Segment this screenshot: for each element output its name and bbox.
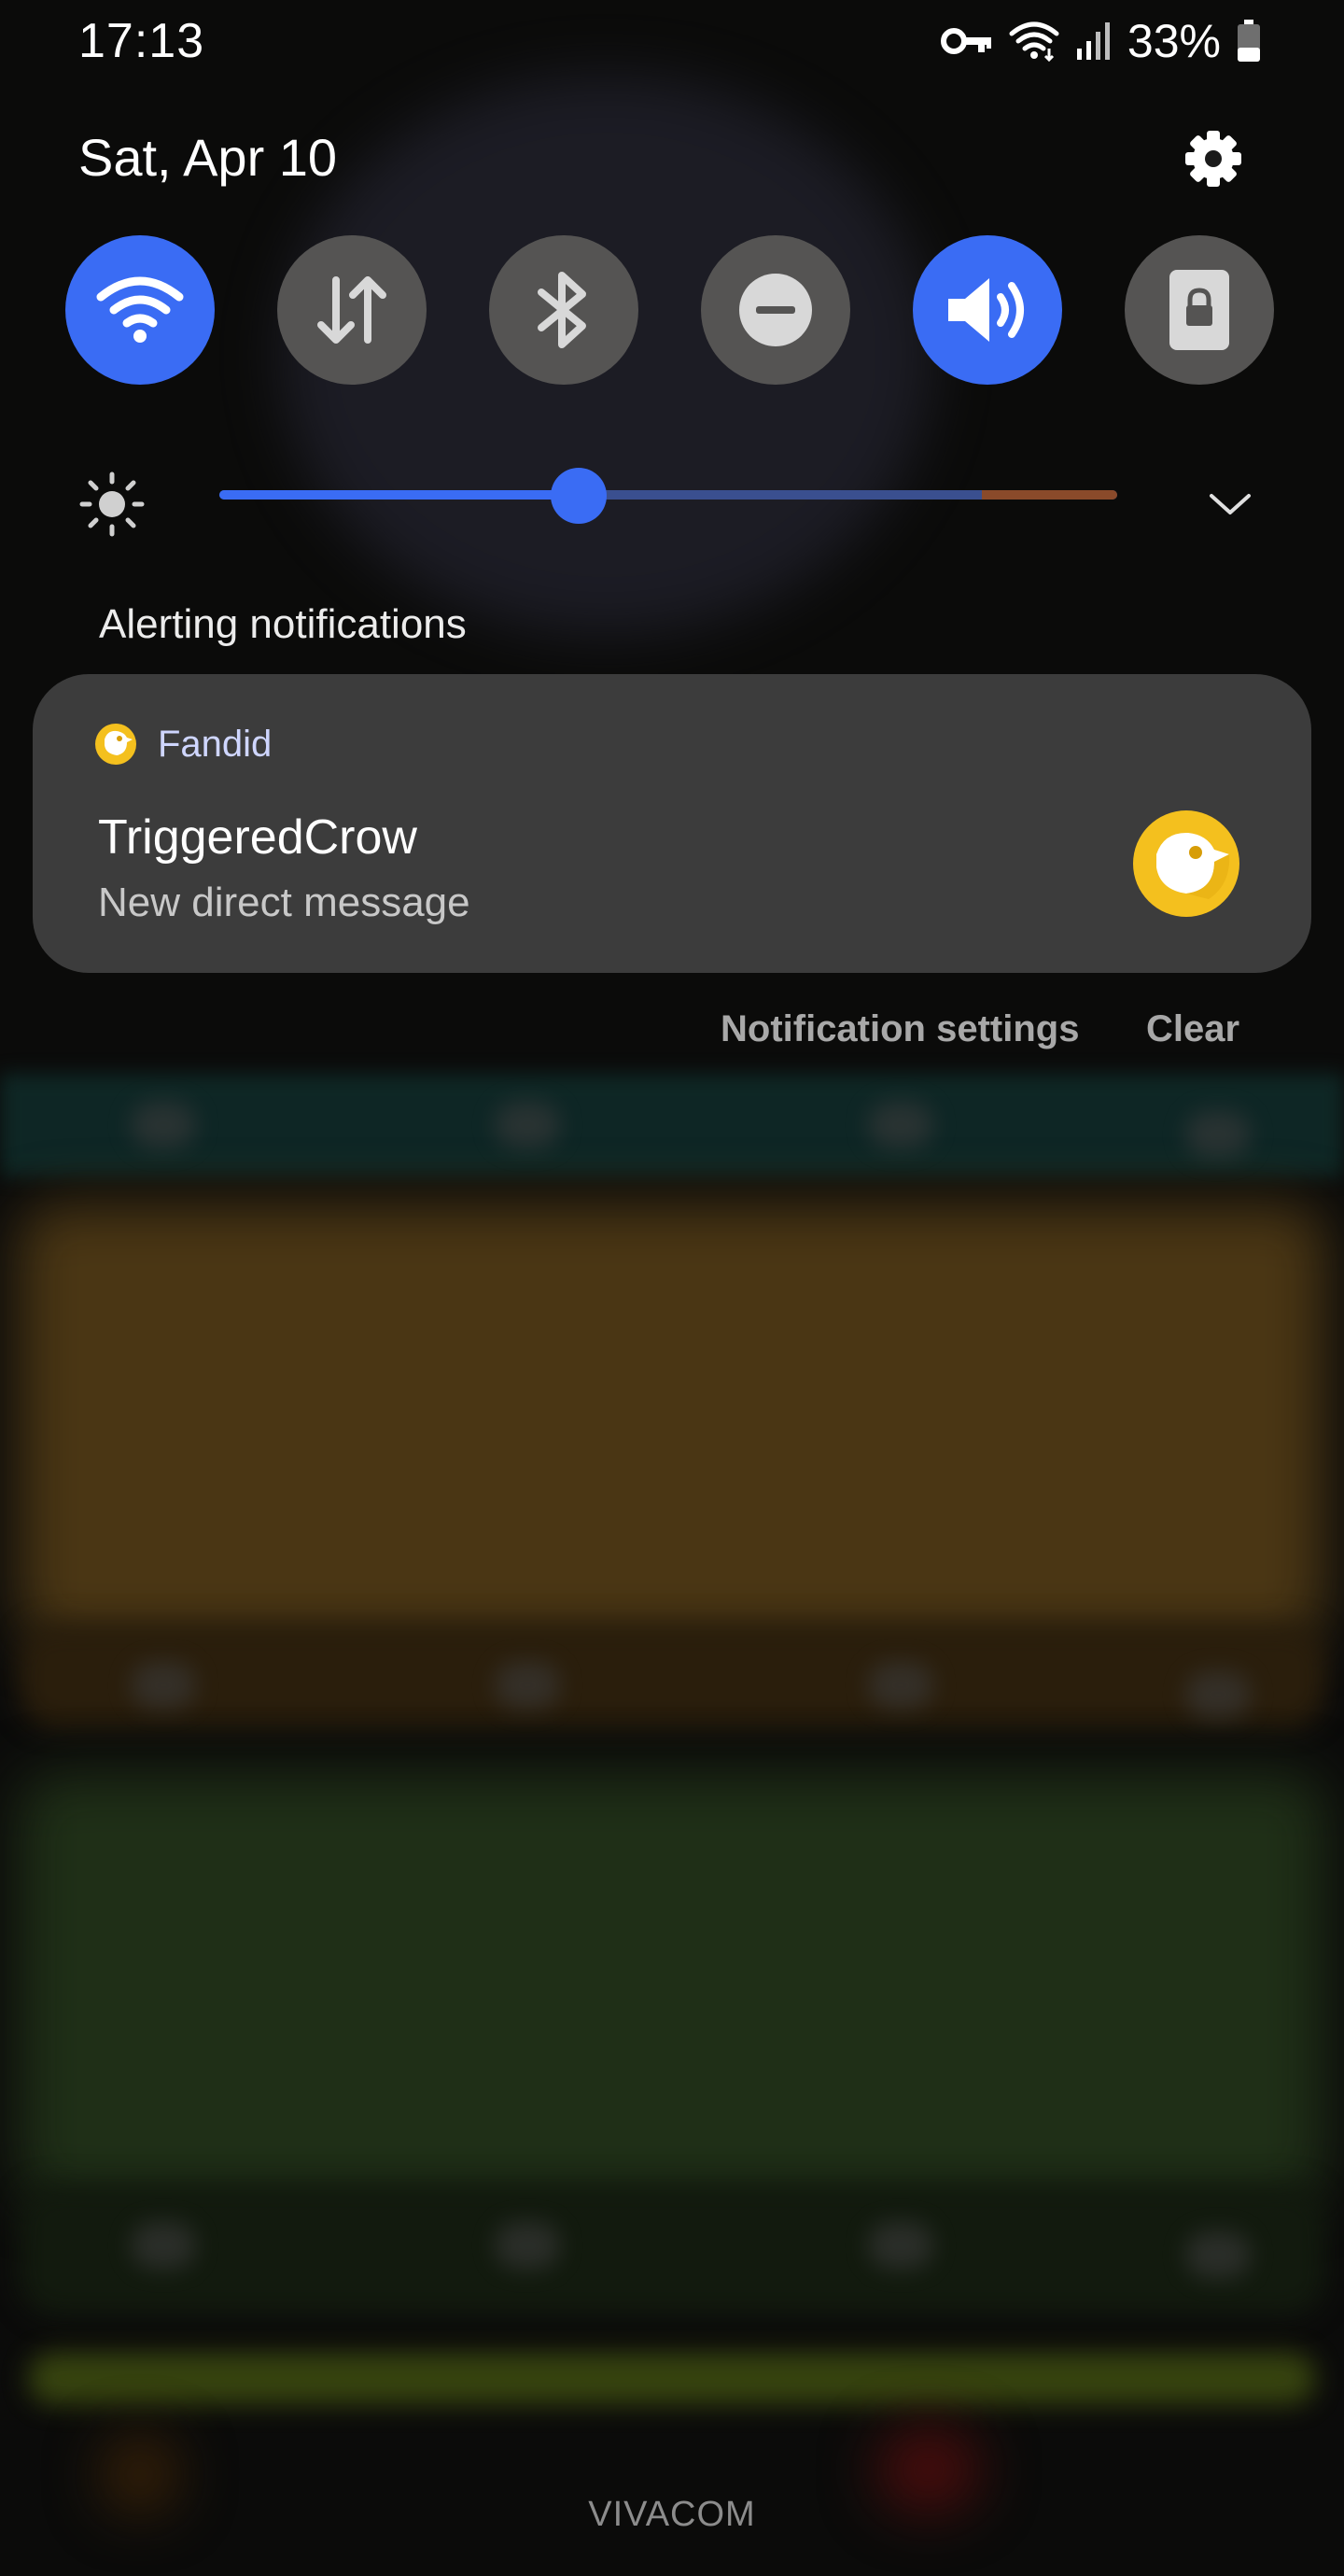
brightness-slider[interactable]: [219, 468, 1117, 524]
carrier-label: VIVACOM: [588, 2495, 756, 2534]
brightness-warm-zone: [982, 490, 1117, 500]
toggle-mobile-data[interactable]: [277, 235, 427, 385]
expand-panel-button[interactable]: [1193, 467, 1267, 542]
brightness-control: [75, 457, 1269, 537]
battery-percent: 33%: [1127, 15, 1221, 67]
toggle-sound[interactable]: [913, 235, 1062, 385]
toggle-do-not-disturb[interactable]: [701, 235, 850, 385]
brightness-thumb[interactable]: [550, 468, 607, 524]
bluetooth-icon: [538, 272, 586, 348]
brightness-fill: [219, 490, 579, 500]
blurred-background: [0, 0, 1344, 2576]
wifi-icon: [96, 276, 184, 343]
section-title-alerting: Alerting notifications: [99, 601, 467, 647]
notification-app-name: Fandid: [158, 723, 273, 765]
notification-app-row: Fandid: [94, 721, 272, 767]
settings-button[interactable]: [1176, 121, 1251, 196]
status-bar: 17:13 33%: [0, 0, 1344, 84]
sun-icon: [75, 467, 149, 542]
notification-text: New direct message: [98, 880, 470, 925]
vpn-key-icon: [940, 28, 991, 54]
toggle-screen-lock[interactable]: [1125, 235, 1274, 385]
toggle-bluetooth[interactable]: [489, 235, 638, 385]
speaker-icon: [948, 278, 1024, 342]
wifi-icon: [1009, 21, 1059, 62]
toggle-wifi[interactable]: [65, 235, 215, 385]
data-arrows-icon: [317, 276, 386, 344]
fandid-avatar-icon: [1133, 810, 1239, 917]
lock-icon: [1169, 270, 1229, 350]
quick-settings-toggles: [65, 235, 1279, 385]
notification-card[interactable]: Fandid TriggeredCrow New direct message: [33, 674, 1311, 973]
battery-icon: [1238, 20, 1260, 62]
notification-shade: 17:13 33% Sat, Apr 10 Alerting notificat…: [0, 0, 1344, 2576]
clock: 17:13: [78, 14, 205, 68]
notification-settings-button[interactable]: Notification settings: [721, 1008, 1079, 1050]
gear-icon: [1185, 131, 1241, 187]
minus-circle-icon: [739, 274, 812, 346]
date-label: Sat, Apr 10: [78, 128, 338, 187]
signal-icon: [1076, 22, 1110, 60]
notification-title: TriggeredCrow: [98, 810, 417, 865]
chevron-down-icon: [1210, 494, 1251, 514]
clear-notifications-button[interactable]: Clear: [1146, 1008, 1239, 1050]
fandid-app-icon: [95, 724, 136, 765]
status-icons: 33%: [940, 13, 1262, 69]
notification-actions: Notification settings Clear: [0, 1008, 1344, 1064]
